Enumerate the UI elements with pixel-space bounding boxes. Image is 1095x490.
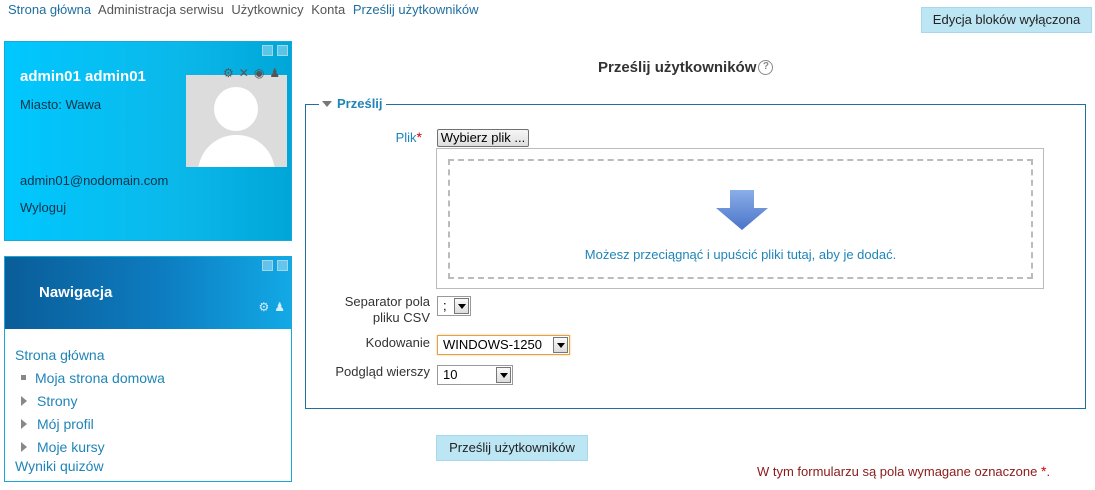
expand-arrow-icon[interactable]	[21, 441, 27, 452]
preview-rows-select-value: 10	[443, 367, 458, 382]
preview-rows-select[interactable]: 10	[437, 365, 513, 385]
dock-block-icon[interactable]	[277, 260, 288, 271]
dropdown-arrow-icon[interactable]	[454, 298, 469, 314]
close-icon[interactable]: ✕	[239, 66, 249, 80]
nav-item-quiz-results[interactable]: Wyniki quizów	[15, 458, 165, 474]
file-label-text: Plik	[395, 130, 417, 145]
nav-item-label[interactable]: Moja strona domowa	[35, 370, 165, 386]
preview-rows-label: Podgląd wierszy	[335, 364, 430, 379]
file-drop-area[interactable]: Możesz przeciągnąć i upuścić pliki tutaj…	[436, 148, 1044, 289]
eye-icon[interactable]: ◉	[254, 66, 264, 80]
page-title-text: Prześlij użytkowników	[598, 59, 757, 76]
breadcrumb: Strona główna Administracja serwisu Użyt…	[8, 2, 483, 17]
nav-item-my-profile[interactable]: Mój profil	[15, 412, 165, 435]
help-icon[interactable]: ?	[758, 60, 774, 75]
required-fields-note: W tym formularzu są pola wymagane oznacz…	[757, 463, 1051, 479]
section-legend[interactable]: Prześlij	[319, 96, 386, 111]
minimize-block-icon[interactable]	[262, 260, 273, 271]
profile-city: Miasto: Wawa	[20, 97, 102, 112]
block-controls	[262, 45, 288, 56]
user-move-icon[interactable]: ♟	[269, 66, 280, 80]
separator-select-value: ;	[443, 298, 447, 313]
encoding-label: Kodowanie	[365, 335, 430, 350]
nav-item-label[interactable]: Mój profil	[37, 416, 94, 432]
logout-link[interactable]: Wyloguj	[20, 200, 66, 215]
drop-hint-text: Możesz przeciągnąć i upuścić pliki tutaj…	[584, 247, 897, 262]
encoding-select[interactable]: WINDOWS-1250	[437, 335, 570, 355]
dropdown-arrow-icon[interactable]	[553, 337, 568, 353]
required-mark: *	[416, 129, 422, 145]
encoding-select-value: WINDOWS-1250	[443, 337, 542, 352]
page-title: Prześlij użytkowników ?	[598, 59, 774, 76]
navigation-title: Nawigacja	[39, 284, 113, 301]
nav-item-label[interactable]: Wyniki quizów	[15, 458, 104, 474]
navigation-header-icons: ⚙ ♟	[258, 300, 285, 314]
navigation-block: Nawigacja ⚙ ♟ Strona główna Moja strona …	[4, 256, 292, 482]
nav-item-label[interactable]: Strona główna	[15, 347, 105, 363]
profile-name: admin01 admin01	[20, 68, 146, 85]
expand-arrow-icon[interactable]	[21, 395, 27, 406]
expand-arrow-icon[interactable]	[21, 418, 27, 429]
file-drop-zone[interactable]: Możesz przeciągnąć i upuścić pliki tutaj…	[448, 159, 1033, 279]
breadcrumb-item-home[interactable]: Strona główna	[8, 2, 91, 17]
avatar-body-shape	[198, 135, 275, 167]
breadcrumb-item-accounts: Konta	[311, 2, 346, 17]
block-controls	[262, 260, 288, 271]
nav-item-label[interactable]: Moje kursy	[37, 439, 105, 455]
square-bullet-icon	[21, 375, 26, 380]
navigation-header: Nawigacja ⚙ ♟	[5, 257, 291, 329]
user-move-icon[interactable]: ♟	[274, 300, 285, 314]
profile-email: admin01@nodomain.com	[20, 173, 169, 188]
separator-label: Separator pola pliku CSV	[344, 294, 430, 325]
dropdown-arrow-icon[interactable]	[496, 367, 511, 383]
file-label: Plik*	[380, 129, 422, 145]
profile-action-icons: ⚙ ✕ ◉ ♟	[223, 66, 280, 80]
upload-users-submit-button[interactable]: Prześlij użytkowników	[436, 435, 588, 461]
breadcrumb-item-users: Użytkownicy	[231, 2, 304, 17]
dock-block-icon[interactable]	[277, 45, 288, 56]
nav-item-my-courses[interactable]: Moje kursy	[15, 435, 165, 458]
section-legend-text: Prześlij	[337, 96, 383, 111]
avatar	[186, 75, 287, 167]
gear-icon[interactable]: ⚙	[258, 300, 269, 314]
nav-item-home[interactable]: Strona główna	[15, 343, 165, 366]
nav-item-label[interactable]: Strony	[37, 393, 77, 409]
separator-select[interactable]: ;	[437, 296, 471, 316]
profile-block: admin01 admin01 Miasto: Wawa ⚙ ✕ ◉ ♟ adm…	[4, 41, 292, 241]
nav-item-pages[interactable]: Strony	[15, 389, 165, 412]
avatar-head-shape	[214, 87, 258, 131]
download-arrow-icon	[716, 190, 768, 230]
breadcrumb-item-site-admin: Administracja serwisu	[98, 2, 224, 17]
required-mark: *	[1040, 463, 1047, 479]
navigation-list: Strona główna Moja strona domowa Strony …	[15, 343, 165, 475]
nav-item-my-home[interactable]: Moja strona domowa	[15, 366, 165, 389]
choose-file-button[interactable]: Wybierz plik ...	[437, 129, 529, 147]
gear-icon[interactable]: ⚙	[223, 66, 234, 80]
edit-blocks-button[interactable]: Edycja bloków wyłączona	[921, 7, 1092, 33]
breadcrumb-item-upload-users[interactable]: Prześlij użytkowników	[353, 2, 479, 17]
minimize-block-icon[interactable]	[262, 45, 273, 56]
required-fields-note-text: W tym formularzu są pola wymagane oznacz…	[757, 464, 1038, 479]
chevron-down-icon	[322, 100, 332, 107]
